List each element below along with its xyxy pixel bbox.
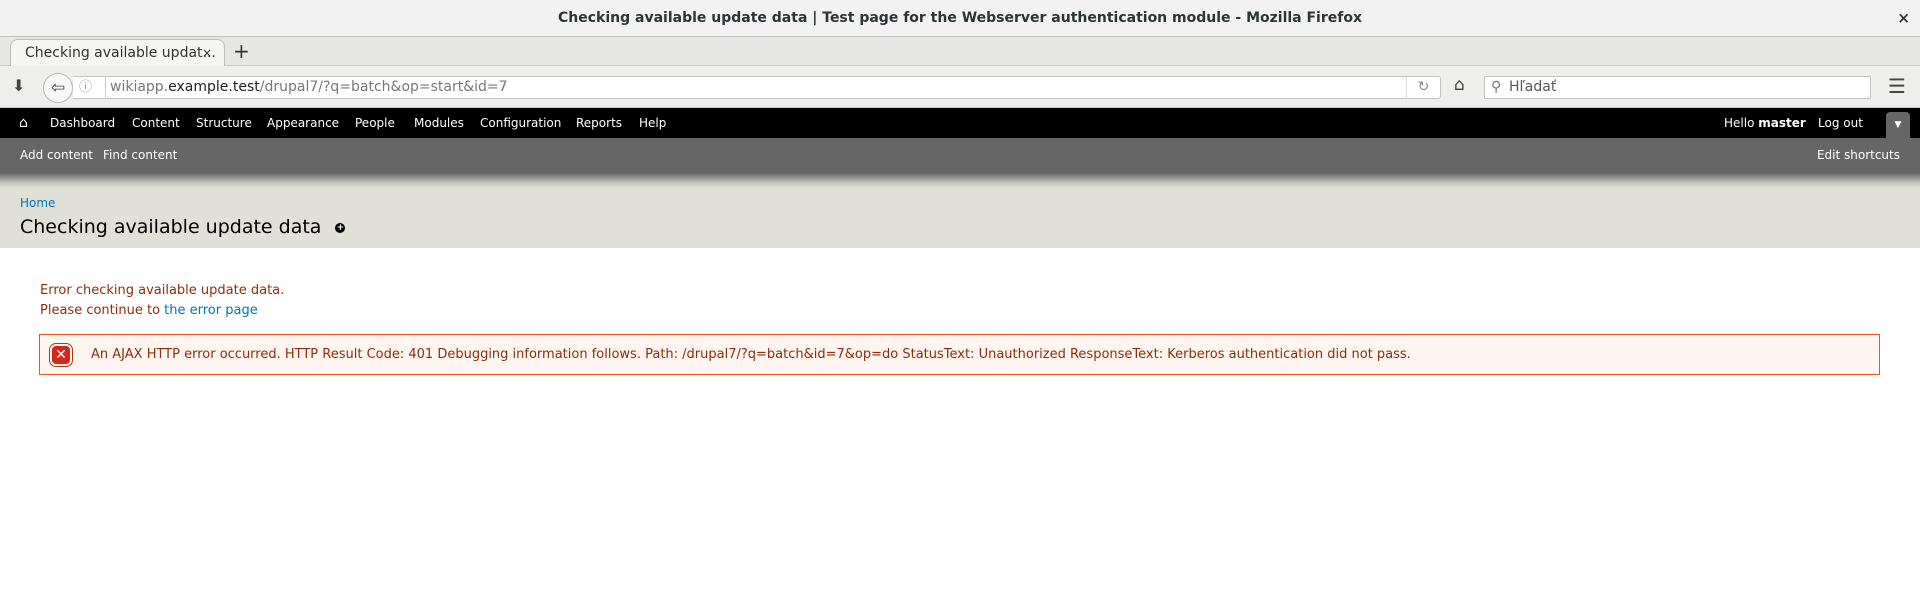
- toolbar-configuration[interactable]: Configuration: [480, 108, 561, 138]
- search-input[interactable]: ⚲ Hľadať: [1484, 76, 1871, 99]
- reload-icon[interactable]: ↻: [1406, 77, 1440, 98]
- username[interactable]: master: [1758, 116, 1806, 130]
- shortcuts-toggle-icon[interactable]: ▼: [1886, 112, 1910, 138]
- error-message: Error checking available update data.: [40, 283, 285, 298]
- continue-message: Please continue to the error page: [40, 303, 258, 318]
- tab-close-icon[interactable]: ×: [202, 40, 212, 66]
- admin-toolbar: ⌂ Dashboard Content Structure Appearance…: [0, 108, 1920, 138]
- logout-link[interactable]: Log out: [1818, 108, 1863, 138]
- window-titlebar: Checking available update data | Test pa…: [0, 0, 1920, 37]
- error-alert: ✕ An AJAX HTTP error occurred. HTTP Resu…: [39, 334, 1880, 375]
- add-shortcut-icon[interactable]: +: [335, 222, 346, 233]
- new-tab-button[interactable]: +: [233, 37, 250, 65]
- download-icon[interactable]: ⬇: [12, 76, 25, 95]
- toolbar-modules[interactable]: Modules: [414, 108, 464, 138]
- url-text[interactable]: wikiapp.example.test/drupal7/?q=batch&op…: [105, 77, 508, 98]
- error-page-link[interactable]: the error page: [164, 303, 258, 318]
- toolbar-dashboard[interactable]: Dashboard: [50, 108, 115, 138]
- url-bar[interactable]: ⓘ wikiapp.example.test/drupal7/?q=batch&…: [73, 76, 1441, 99]
- page-title: Checking available update data +: [20, 216, 346, 238]
- toolbar-people[interactable]: People: [355, 108, 395, 138]
- navigation-bar: ⬇ ⓘ wikiapp.example.test/drupal7/?q=batc…: [0, 66, 1920, 108]
- search-placeholder: Hľadať: [1509, 79, 1557, 95]
- toolbar-reports[interactable]: Reports: [576, 108, 622, 138]
- home-icon[interactable]: ⌂: [1454, 75, 1465, 95]
- hello-user: Hello master: [1724, 116, 1806, 130]
- shortcut-find-content[interactable]: Find content: [103, 138, 177, 172]
- back-button[interactable]: ⇦: [43, 73, 73, 103]
- info-icon[interactable]: ⓘ: [79, 77, 92, 98]
- browser-tab[interactable]: Checking available updat... ×: [10, 39, 225, 67]
- tab-label: Checking available updat...: [25, 45, 216, 61]
- edit-shortcuts-link[interactable]: Edit shortcuts: [1817, 138, 1900, 172]
- error-icon: ✕: [50, 344, 72, 366]
- toolbar-appearance[interactable]: Appearance: [267, 108, 339, 138]
- breadcrumb-home[interactable]: Home: [20, 196, 55, 210]
- window-title: Checking available update data | Test pa…: [558, 10, 1362, 26]
- window-close-button[interactable]: ×: [1897, 0, 1910, 36]
- toolbar-home-icon[interactable]: ⌂: [19, 108, 28, 138]
- tab-bar: Checking available updat... × +: [0, 37, 1920, 67]
- search-icon: ⚲: [1491, 79, 1502, 95]
- shortcut-add-content[interactable]: Add content: [20, 138, 93, 172]
- toolbar-help[interactable]: Help: [639, 108, 666, 138]
- error-alert-text: An AJAX HTTP error occurred. HTTP Result…: [91, 347, 1411, 362]
- toolbar-content[interactable]: Content: [132, 108, 180, 138]
- shortcuts-bar: Add content Find content Edit shortcuts: [0, 138, 1920, 172]
- hamburger-menu-icon[interactable]: ☰: [1888, 74, 1906, 98]
- toolbar-structure[interactable]: Structure: [196, 108, 252, 138]
